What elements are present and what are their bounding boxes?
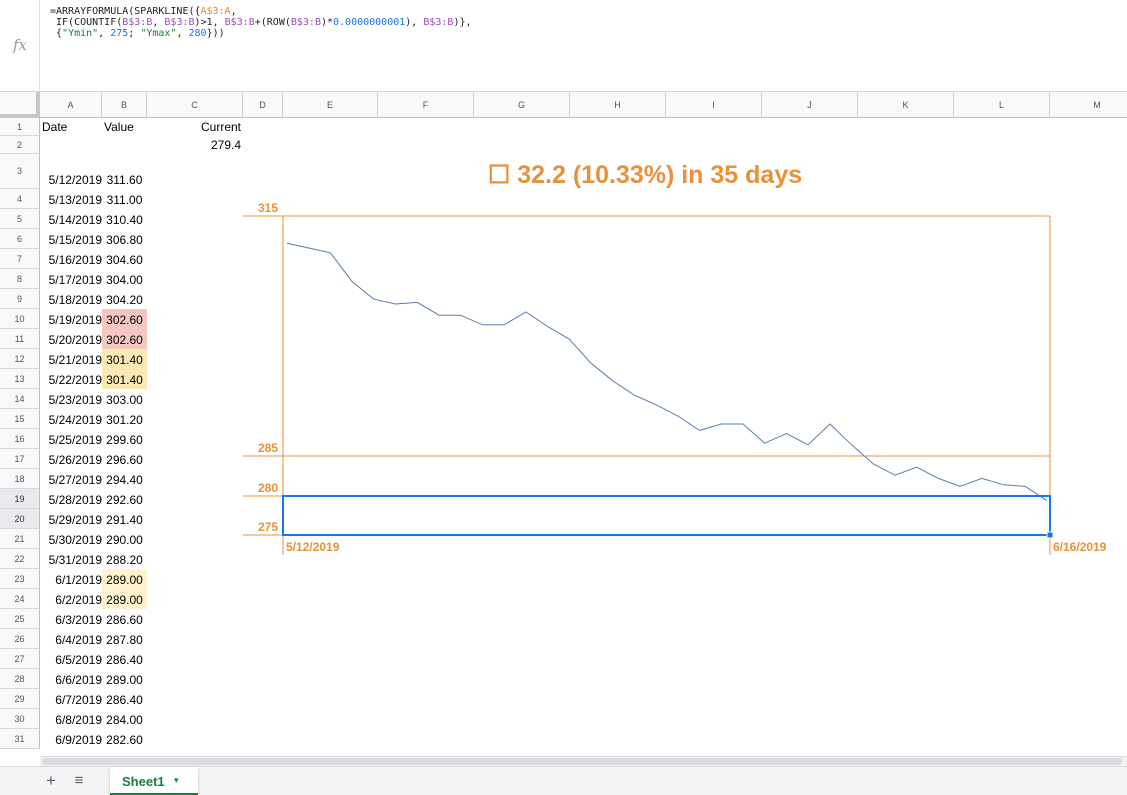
y-axis-tick-label: 280 [258,481,278,495]
chevron-down-icon[interactable]: ▾ [174,775,179,786]
horizontal-scrollbar[interactable] [40,756,1127,766]
x-axis-tick-label: 5/12/2019 [286,540,340,554]
y-axis-tick-label: 315 [258,201,278,215]
add-sheet-icon[interactable]: + [42,772,60,790]
horizontal-scrollbar-thumb[interactable] [42,758,1122,765]
series-line [286,242,1048,502]
all-sheets-menu-icon[interactable]: ≡ [70,772,88,790]
x-axis-tick-label: 6/16/2019 [1053,540,1107,554]
sheet-tab-sheet1[interactable]: Sheet1 ▾ [110,767,198,795]
sheet-tab-label: Sheet1 [122,774,165,789]
sparkline-chart[interactable]: 315 285 280 275 5/12/2019 6/16/2019 [0,0,1127,795]
y-axis-tick-label: 285 [258,441,278,455]
y-axis-tick-label: 275 [258,520,278,534]
sheet-tab-bar: + ≡ Sheet1 ▾ [0,766,1127,795]
selection-fill-handle[interactable] [1046,531,1054,539]
selection-range[interactable] [282,495,1051,536]
